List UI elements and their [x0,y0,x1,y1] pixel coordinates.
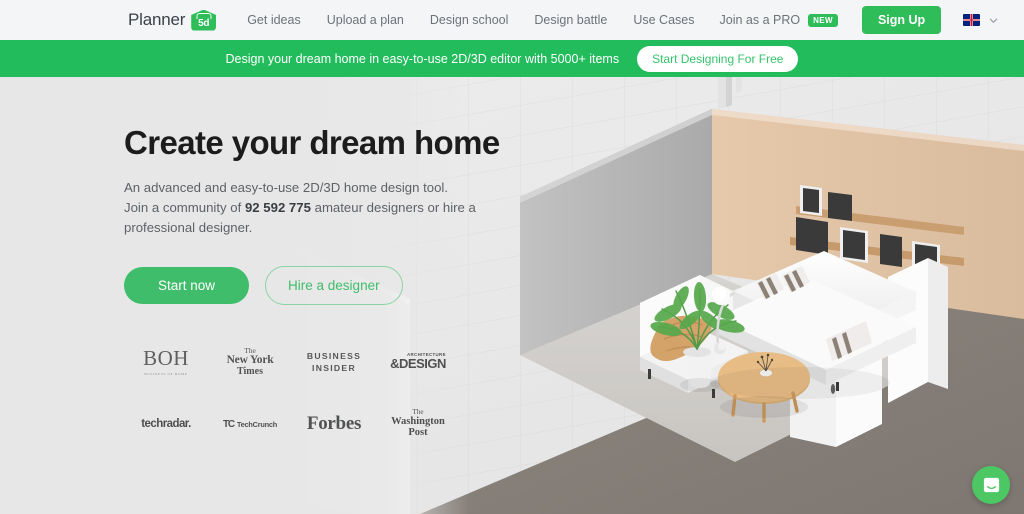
press-logos-row-1: BOH BUSINESS OF HOME The New York Times … [124,331,460,393]
page-title: Create your dream home [124,124,500,161]
community-count: 92 592 775 [244,200,311,216]
nav-links: Get ideas Upload a plan Design school De… [234,6,998,34]
chevron-down-icon [989,16,998,25]
hero-section: Create your dream home An advanced and e… [0,77,1024,514]
press-logo-washington-post: The Washington Post [376,409,460,438]
chat-widget-button[interactable] [972,466,1010,504]
press-logo-techradar: techradar. [124,418,208,430]
nav-item-upload-a-plan[interactable]: Upload a plan [314,13,417,27]
press-logo-nyt-line3: Times [237,365,263,377]
press-logo-techcrunch: TC TechCrunch [208,419,292,430]
page-root: Planner 5d Get ideas Upload a plan Desig… [0,0,1024,514]
press-logo-forbes-label: Forbes [306,413,362,434]
press-logo-new-york-times: The New York Times [208,347,292,377]
press-logo-ad-line2: &DESIGN [390,356,446,372]
press-logo-boh: BOH BUSINESS OF HOME [124,346,208,377]
nav-item-use-cases[interactable]: Use Cases [620,13,707,27]
logo-badge-text: 5d [198,17,210,29]
nav-item-get-ideas[interactable]: Get ideas [234,13,314,27]
uk-flag-icon [963,14,981,26]
press-logo-techcrunch-label: TechCrunch [236,419,277,429]
hero-subtitle-line3: professional designer. [124,220,253,236]
hire-a-designer-button[interactable]: Hire a designer [265,266,403,306]
nav-item-design-battle[interactable]: Design battle [521,13,620,27]
press-logos-row-2: techradar. TC TechCrunch Forbes The Wash… [124,393,460,455]
logo-house-badge-icon: 5d [191,9,217,31]
start-now-button[interactable]: Start now [124,267,250,305]
nav-item-join-as-a-pro[interactable]: Join as a PRO NEW [708,13,850,27]
start-designing-for-free-button[interactable]: Start Designing For Free [637,45,799,72]
press-logo-techradar-label: techradar. [141,418,191,430]
new-badge: NEW [808,13,838,27]
hero-subtitle-line2-post: amateur designers or hire a [310,200,476,216]
language-selector[interactable] [963,14,998,26]
press-logo-techcrunch-mark: TC [222,418,235,430]
press-logo-wp-line2: Washington [391,415,445,427]
press-logo-wp-line3: Post [408,426,428,438]
press-logo-forbes: Forbes [292,413,376,435]
press-logos: BOH BUSINESS OF HOME The New York Times … [124,331,460,455]
sign-up-button[interactable]: Sign Up [861,6,942,34]
logo-text: Planner [128,10,186,29]
press-logo-bi-line2: INSIDER [312,363,356,373]
press-logo-boh-main: BOH [143,346,189,370]
press-logo-nyt-line2: New York [226,353,274,366]
press-logo-architecture-and-design: ARCHITECTURE &DESIGN [376,352,460,372]
nav-item-join-as-a-pro-label: Join as a PRO [719,13,801,27]
planner5d-logo[interactable]: Planner 5d [128,9,217,31]
promo-banner-text: Design your dream home in easy-to-use 2D… [225,51,620,66]
hero-subtitle-line2-pre: Join a community of [124,200,245,216]
hero-subtitle: An advanced and easy-to-use 2D/3D home d… [124,178,484,238]
press-logo-business-insider: BUSINESS INSIDER [292,350,376,374]
top-navigation-bar: Planner 5d Get ideas Upload a plan Desig… [0,0,1024,40]
hero-content: Create your dream home An advanced and e… [124,124,524,306]
hero-subtitle-line1: An advanced and easy-to-use 2D/3D home d… [124,180,449,196]
press-logo-bi-line1: BUSINESS [306,350,362,361]
nav-item-design-school[interactable]: Design school [417,13,522,27]
press-logo-boh-sub: BUSINESS OF HOME [144,372,188,376]
promo-banner: Design your dream home in easy-to-use 2D… [0,40,1024,77]
hero-cta-row: Start now Hire a designer [124,266,524,306]
chat-bubble-icon [982,476,1001,495]
